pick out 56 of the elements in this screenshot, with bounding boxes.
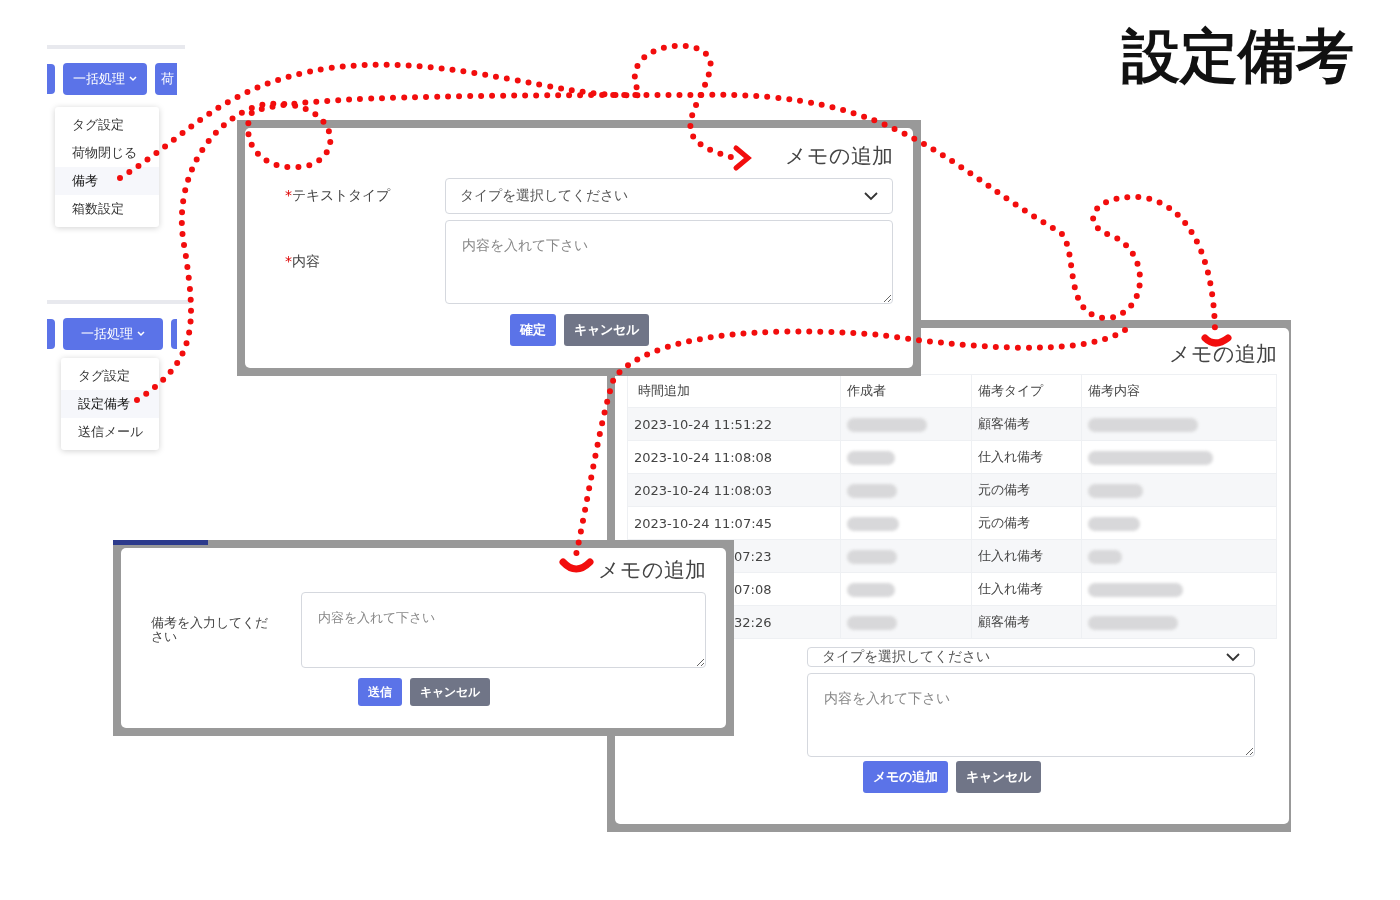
send-button[interactable]: 送信 [357, 678, 402, 706]
table-cell: 2023-10-24 11:08:08 [627, 440, 841, 474]
table-cell: 仕入れ備考 [971, 539, 1082, 573]
menu-item[interactable]: 備考 [55, 167, 159, 195]
table-cell: 仕入れ備考 [971, 572, 1082, 606]
table-cell: 仕入れ備考 [971, 440, 1082, 474]
caret-icon [129, 76, 137, 82]
blurred-text [1088, 549, 1123, 564]
table-cell: 元の備考 [971, 473, 1082, 507]
menu-item[interactable]: タグ設定 [61, 362, 159, 390]
blurred-text [847, 450, 896, 465]
blurred-text [1088, 516, 1141, 531]
button-stub[interactable] [171, 319, 177, 349]
blurred-text [847, 549, 898, 564]
menu-item[interactable]: 設定備考 [61, 390, 159, 418]
table-cell: 顧客備考 [971, 605, 1082, 639]
caret-icon [137, 331, 145, 337]
table-cell: 顧客備考 [971, 407, 1082, 441]
field-label: 備考を入力してください [150, 615, 269, 645]
field-label: *内容 [284, 253, 321, 271]
column-header: 備考タイプ [971, 374, 1082, 408]
menu-item[interactable]: タグ設定 [55, 111, 159, 139]
menu-item[interactable]: 荷物閉じる [55, 139, 159, 167]
table-cell: 2023-10-24 11:08:03 [627, 473, 841, 507]
table-cell: 元の備考 [971, 506, 1082, 540]
content-field[interactable]: 内容を入れて下さい [807, 673, 1255, 757]
chevron-icon [1226, 652, 1240, 662]
button-stub[interactable] [47, 319, 55, 349]
table-cell: 2023-10-24 11:07:45 [627, 506, 841, 540]
type-select[interactable]: タイプを選択してください [807, 647, 1255, 667]
cut-button[interactable]: 荷 [155, 63, 177, 95]
confirm-button[interactable]: 確定 [509, 314, 556, 346]
cancel-button[interactable]: キャンセル [956, 761, 1041, 793]
content-field[interactable]: 内容を入れて下さい [301, 592, 706, 668]
field-label: *テキストタイプ [284, 187, 392, 205]
menu-item[interactable]: 箱数設定 [55, 195, 159, 223]
chevron-icon [864, 191, 878, 201]
bulk-action-button[interactable]: 一括処理 [63, 63, 147, 95]
blurred-text [847, 483, 898, 498]
button-stub[interactable] [47, 64, 55, 94]
table-cell: 2023-10-24 11:51:22 [627, 407, 841, 441]
column-header: 備考内容 [1081, 374, 1277, 408]
blurred-text [847, 615, 898, 630]
blurred-text [847, 582, 896, 597]
page-title: 設定備考 [1122, 21, 1354, 92]
dialog-title: メモの追加 [1169, 341, 1277, 368]
blurred-text [1088, 483, 1144, 498]
cancel-button[interactable]: キャンセル [409, 678, 490, 706]
cancel-button[interactable]: キャンセル [563, 314, 649, 346]
bulk-action-button[interactable]: 一括処理 [63, 318, 163, 350]
blurred-text [847, 516, 900, 531]
dialog-title: メモの追加 [785, 143, 893, 170]
menu-item[interactable]: 送信メール [61, 418, 159, 446]
type-select[interactable]: タイプを選択してください [445, 178, 893, 214]
submit-button[interactable]: メモの追加 [863, 761, 948, 793]
content-field[interactable]: 内容を入れて下さい [445, 220, 893, 304]
